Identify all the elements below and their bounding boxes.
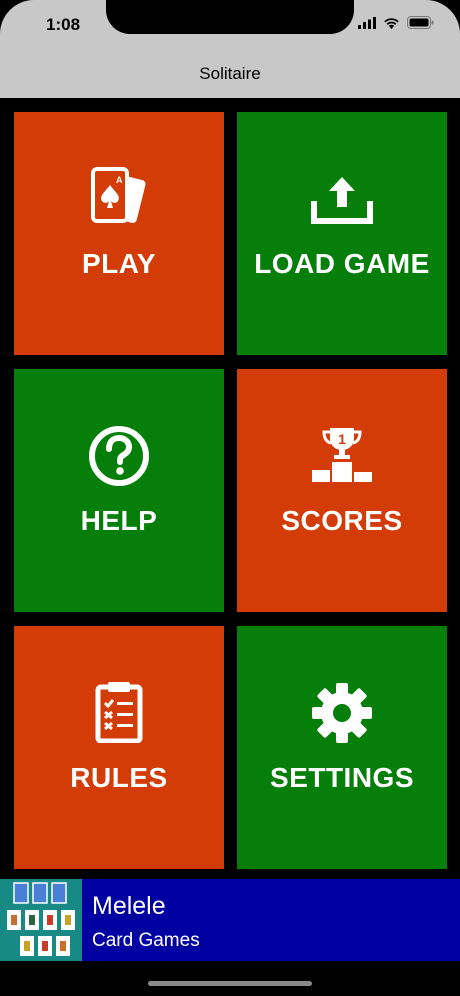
battery-icon [407, 16, 434, 29]
ad-thumbnail-image [0, 879, 82, 961]
clipboard-checklist-icon [14, 681, 224, 743]
settings-button[interactable]: SETTINGS [237, 626, 447, 869]
navigation-bar: 1:08 Solitaire [0, 0, 460, 98]
help-button[interactable]: HELP [14, 369, 224, 612]
page-title: Solitaire [199, 64, 261, 83]
phone-screen: 1:08 Solitaire A PLAY LOAD GAME HELP 1 S… [0, 0, 460, 996]
ad-banner[interactable]: Melele Card Games [0, 879, 460, 961]
status-icons [358, 16, 434, 29]
gear-icon [237, 681, 447, 745]
upload-icon [237, 167, 447, 227]
load-game-label: LOAD GAME [254, 248, 430, 279]
question-circle-icon [14, 424, 224, 488]
ad-subtitle: Card Games [92, 930, 200, 951]
scores-button[interactable]: 1 SCORES [237, 369, 447, 612]
rules-label: RULES [70, 762, 168, 793]
wifi-icon [384, 17, 399, 29]
ad-title: Melele [92, 892, 166, 920]
play-button[interactable]: A PLAY [14, 112, 224, 355]
svg-text:A: A [116, 175, 123, 185]
notch [106, 0, 354, 34]
load-game-button[interactable]: LOAD GAME [237, 112, 447, 355]
trophy-podium-icon: 1 [237, 424, 447, 484]
settings-label: SETTINGS [269, 762, 414, 793]
rules-button[interactable]: RULES [14, 626, 224, 869]
scores-label: SCORES [281, 505, 403, 536]
svg-text:1: 1 [338, 431, 346, 447]
status-time: 1:08 [46, 15, 81, 34]
home-indicator[interactable] [148, 981, 312, 986]
playing-cards-icon: A [14, 167, 224, 231]
help-label: HELP [80, 505, 158, 536]
signal-icon [358, 16, 376, 29]
play-label: PLAY [81, 248, 157, 279]
